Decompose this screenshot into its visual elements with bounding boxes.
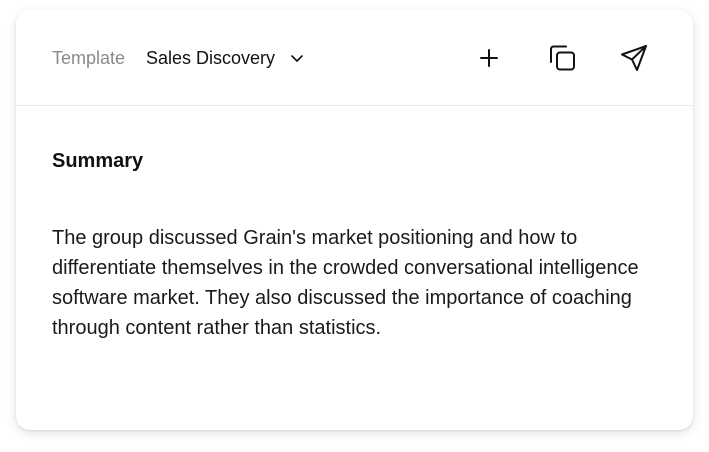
template-label: Template (52, 48, 126, 68)
send-button[interactable] (617, 41, 651, 75)
send-icon (619, 43, 649, 73)
template-dropdown[interactable]: Sales Discovery (146, 43, 305, 73)
chevron-down-icon (289, 50, 305, 66)
add-button[interactable] (472, 41, 506, 75)
template-dropdown-value: Sales Discovery (146, 48, 276, 68)
summary-card: Template Sales Discovery Summary The gro… (16, 10, 693, 430)
card-header: Template Sales Discovery (16, 10, 693, 106)
copy-icon (547, 43, 577, 73)
summary-text: The group discussed Grain's market posit… (52, 227, 639, 339)
plus-icon (478, 47, 500, 69)
copy-button[interactable] (545, 41, 579, 75)
summary-heading: Summary (52, 150, 144, 172)
